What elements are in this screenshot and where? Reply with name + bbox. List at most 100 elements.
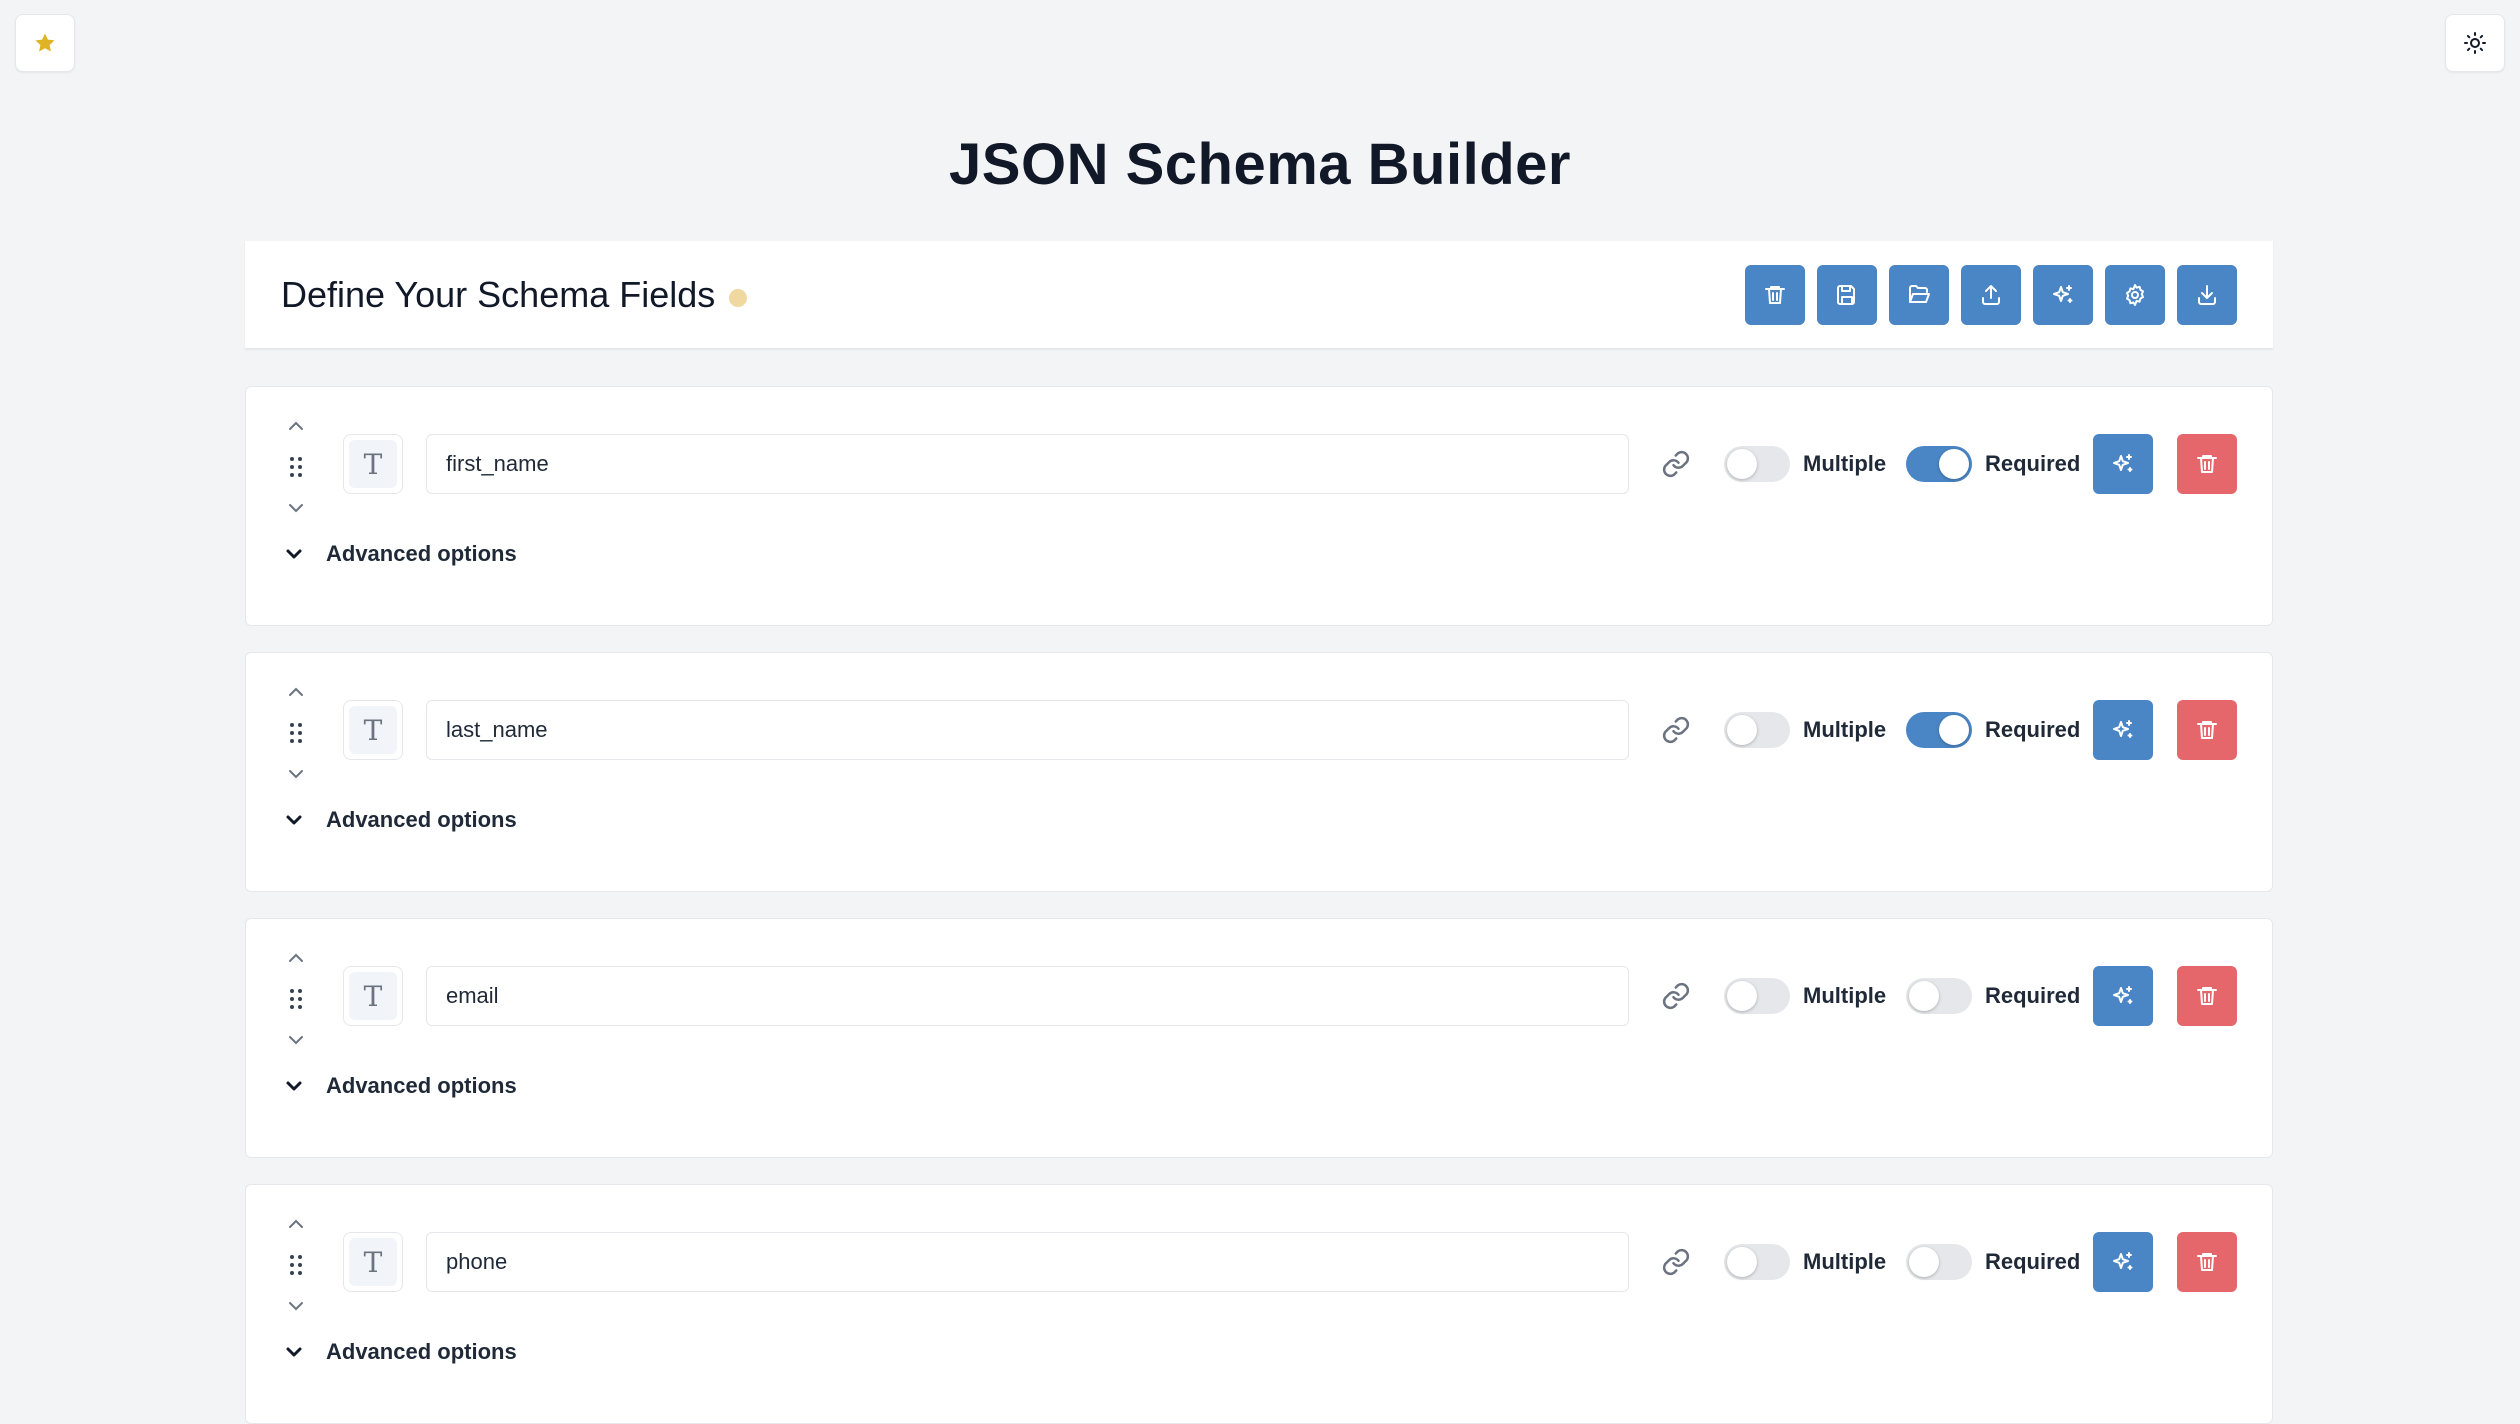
field-card-first-name: T Multiple Required Advanced options — [245, 386, 2273, 626]
trash-icon — [1765, 286, 1785, 304]
advanced-options-label: Advanced options — [326, 1339, 517, 1364]
settings-button[interactable] — [2105, 265, 2165, 325]
sparkles-icon — [2053, 285, 2073, 303]
chevron-up-icon[interactable] — [286, 1217, 306, 1231]
field-type-button[interactable]: T — [343, 434, 403, 494]
required-label: Required — [1985, 983, 2081, 1008]
field-name-input[interactable] — [426, 966, 1629, 1026]
drag-handle-icon[interactable] — [289, 456, 303, 478]
drag-handle-icon[interactable] — [289, 722, 303, 744]
schema-header: Define Your Schema Fields — [245, 241, 2273, 349]
trash-icon — [2197, 1253, 2217, 1271]
reorder-controls — [284, 1217, 308, 1313]
multiple-toggle[interactable] — [1724, 446, 1790, 482]
required-toggle[interactable] — [1906, 978, 1972, 1014]
reorder-controls — [284, 419, 308, 515]
chevron-down-icon[interactable] — [286, 501, 306, 515]
advanced-options-toggle[interactable]: Advanced options — [284, 539, 517, 569]
delete-field-button[interactable] — [2177, 700, 2237, 760]
delete-field-button[interactable] — [2177, 1232, 2237, 1292]
field-ai-button[interactable] — [2093, 434, 2153, 494]
field-card-last-name: T Multiple Required Advanced options — [245, 652, 2273, 892]
chevron-down-icon[interactable] — [286, 1033, 306, 1047]
sparkles-icon — [2113, 986, 2133, 1004]
sparkles-icon — [2113, 720, 2133, 738]
drag-handle-icon[interactable] — [289, 988, 303, 1010]
drag-handle-icon[interactable] — [289, 1254, 303, 1276]
star-icon — [35, 33, 55, 52]
trash-icon — [2197, 987, 2217, 1005]
text-type-icon: T — [349, 1238, 397, 1286]
field-ai-button[interactable] — [2093, 700, 2153, 760]
gear-icon — [2126, 284, 2144, 306]
chevron-down-icon — [286, 815, 302, 825]
trash-icon — [2197, 455, 2217, 473]
field-card-email: T Multiple Required Advanced options — [245, 918, 2273, 1158]
multiple-label: Multiple — [1803, 983, 1887, 1008]
upload-button[interactable] — [1961, 265, 2021, 325]
field-name-input[interactable] — [426, 1232, 1629, 1292]
link-icon[interactable] — [1661, 449, 1691, 479]
advanced-options-label: Advanced options — [326, 541, 517, 566]
chevron-down-icon[interactable] — [286, 767, 306, 781]
advanced-options-toggle[interactable]: Advanced options — [284, 1337, 517, 1367]
chevron-down-icon — [286, 1347, 302, 1357]
link-icon[interactable] — [1661, 981, 1691, 1011]
link-icon[interactable] — [1661, 1247, 1691, 1277]
link-icon[interactable] — [1661, 715, 1691, 745]
multiple-toggle[interactable] — [1724, 978, 1790, 1014]
text-type-icon: T — [349, 706, 397, 754]
section-title: Define Your Schema Fields — [281, 274, 716, 315]
text-type-icon: T — [349, 440, 397, 488]
theme-toggle-button[interactable] — [2445, 14, 2505, 72]
required-label: Required — [1985, 451, 2081, 476]
required-label: Required — [1985, 717, 2081, 742]
unsaved-status-dot — [729, 289, 748, 307]
ai-generate-button[interactable] — [2033, 265, 2093, 325]
chevron-down-icon[interactable] — [286, 1299, 306, 1313]
field-card-phone: T Multiple Required Advanced options — [245, 1184, 2273, 1424]
trash-icon — [2197, 721, 2217, 739]
folder-open-icon — [1909, 285, 1930, 303]
download-icon — [2198, 285, 2216, 305]
chevron-down-icon — [286, 549, 302, 559]
upload-icon — [1982, 285, 2000, 305]
advanced-options-label: Advanced options — [326, 807, 517, 832]
chevron-down-icon — [286, 1081, 302, 1091]
multiple-label: Multiple — [1803, 717, 1887, 742]
page-title: JSON Schema Builder — [949, 132, 1571, 197]
field-name-input[interactable] — [426, 434, 1629, 494]
sparkles-icon — [2113, 1252, 2133, 1270]
multiple-label: Multiple — [1803, 1249, 1887, 1274]
text-type-icon: T — [349, 972, 397, 1020]
reorder-controls — [284, 685, 308, 781]
save-icon — [1837, 285, 1855, 305]
required-label: Required — [1985, 1249, 2081, 1274]
chevron-up-icon[interactable] — [286, 951, 306, 965]
toolbar — [1745, 265, 2237, 325]
required-toggle[interactable] — [1906, 712, 1972, 748]
advanced-options-toggle[interactable]: Advanced options — [284, 1071, 517, 1101]
chevron-up-icon[interactable] — [286, 419, 306, 433]
field-type-button[interactable]: T — [343, 700, 403, 760]
open-button[interactable] — [1889, 265, 1949, 325]
save-button[interactable] — [1817, 265, 1877, 325]
multiple-toggle[interactable] — [1724, 1244, 1790, 1280]
required-toggle[interactable] — [1906, 1244, 1972, 1280]
field-type-button[interactable]: T — [343, 1232, 403, 1292]
field-ai-button[interactable] — [2093, 966, 2153, 1026]
reorder-controls — [284, 951, 308, 1047]
download-button[interactable] — [2177, 265, 2237, 325]
favorite-button[interactable] — [15, 14, 75, 72]
advanced-options-toggle[interactable]: Advanced options — [284, 805, 517, 835]
delete-field-button[interactable] — [2177, 434, 2237, 494]
field-name-input[interactable] — [426, 700, 1629, 760]
clear-all-button[interactable] — [1745, 265, 1805, 325]
field-ai-button[interactable] — [2093, 1232, 2153, 1292]
delete-field-button[interactable] — [2177, 966, 2237, 1026]
field-type-button[interactable]: T — [343, 966, 403, 1026]
chevron-up-icon[interactable] — [286, 685, 306, 699]
required-toggle[interactable] — [1906, 446, 1972, 482]
multiple-toggle[interactable] — [1724, 712, 1790, 748]
multiple-label: Multiple — [1803, 451, 1887, 476]
